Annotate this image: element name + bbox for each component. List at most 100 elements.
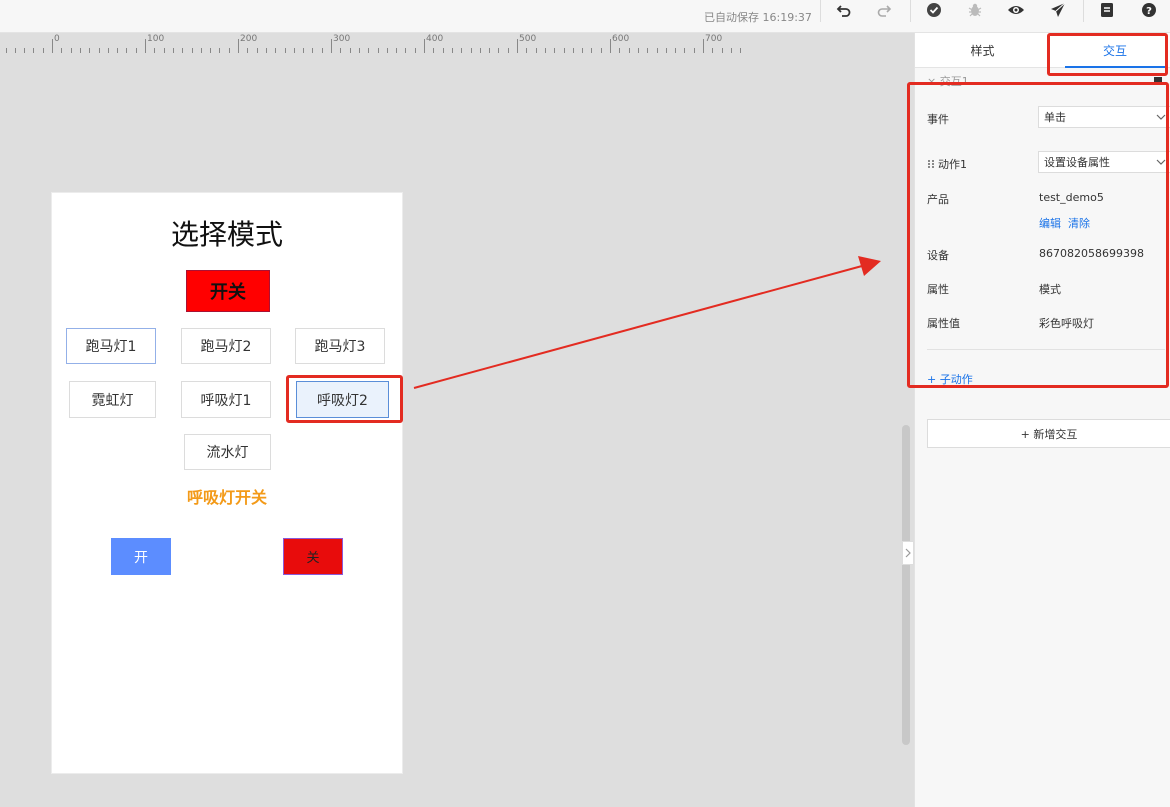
ruler-label: 700 [705, 34, 723, 44]
chevron-right-icon [905, 548, 911, 558]
ruler-tick [14, 48, 16, 53]
ruler-tick [563, 48, 565, 53]
ruler-tick [461, 48, 463, 53]
product-value: test_demo5 [1039, 191, 1104, 204]
eye-icon[interactable] [1004, 0, 1028, 20]
document-icon[interactable] [1095, 0, 1119, 20]
check-circle-icon[interactable] [922, 0, 946, 20]
ruler-tick [451, 48, 453, 53]
send-icon[interactable] [1046, 0, 1070, 20]
mode-button-marquee-3[interactable]: 跑马灯3 [295, 328, 385, 364]
power-button[interactable]: 开关 [186, 270, 270, 312]
product-label: 产品 [927, 193, 949, 206]
ruler-tick [135, 48, 137, 53]
tab-interaction[interactable]: 交互 [1065, 33, 1165, 68]
mode-button-marquee-2[interactable]: 跑马灯2 [181, 328, 271, 364]
ruler-tick [517, 39, 518, 53]
ruler-tick [61, 48, 63, 53]
chevron-down-icon [1156, 159, 1166, 165]
autosave-status: 已自动保存 16:19:37 [704, 11, 812, 24]
mode-button-marquee-1[interactable]: 跑马灯1 [66, 328, 156, 364]
add-sub-action-link[interactable]: + 子动作 [927, 371, 973, 387]
ruler-tick [470, 48, 472, 53]
mode-button-neon[interactable]: 霓虹灯 [69, 381, 156, 418]
ruler-tick [442, 48, 444, 53]
ruler-tick [675, 48, 677, 53]
ruler-label: 200 [240, 34, 258, 44]
ruler-tick [740, 48, 742, 53]
ruler-tick [535, 48, 537, 53]
ruler-tick [340, 48, 342, 53]
ruler-tick [5, 48, 7, 53]
help-icon[interactable]: ? [1137, 0, 1161, 20]
ruler-tick [200, 48, 202, 53]
add-interaction-button[interactable]: + 新增交互 [927, 419, 1170, 448]
ruler-tick [321, 48, 323, 53]
toolbar-divider [820, 0, 821, 22]
ruler-label: 500 [519, 34, 537, 44]
bug-icon[interactable] [963, 0, 987, 20]
ruler-tick [33, 48, 35, 53]
ruler-tick [526, 48, 528, 53]
ruler-tick [145, 39, 146, 53]
mode-button-breath-2[interactable]: 呼吸灯2 [296, 381, 389, 418]
undo-icon[interactable] [832, 0, 856, 20]
ruler-tick [70, 48, 72, 53]
ruler-tick [377, 48, 379, 53]
ruler-tick [647, 48, 649, 53]
property-label: 属性 [927, 283, 949, 296]
ruler-tick [684, 48, 686, 53]
panel-collapse-handle[interactable] [902, 541, 914, 565]
ruler-label: 300 [333, 34, 351, 44]
ruler-tick [498, 48, 500, 53]
device-value: 867082058699398 [1039, 247, 1144, 260]
top-toolbar: 已自动保存 16:19:37 ? [0, 0, 1170, 33]
ruler-tick [414, 48, 416, 53]
event-label: 事件 [927, 113, 949, 126]
canvas-scrollbar[interactable] [902, 425, 910, 745]
ruler-tick [405, 48, 407, 53]
tab-style[interactable]: 样式 [935, 33, 1030, 68]
action-label: 动作1 [938, 158, 967, 171]
event-select[interactable]: 单击 [1038, 106, 1170, 128]
ruler-tick [154, 48, 156, 53]
ruler-tick [293, 48, 295, 53]
redo-icon[interactable] [872, 0, 896, 20]
section-menu-icon[interactable] [1154, 77, 1162, 83]
page-title: 选择模式 [170, 218, 283, 251]
ruler-tick [730, 48, 732, 53]
active-tab-indicator [1065, 66, 1165, 68]
ruler-tick [256, 48, 258, 53]
ruler-tick [433, 48, 435, 53]
edit-product-link[interactable]: 编辑 [1039, 215, 1061, 231]
ruler-tick [386, 48, 388, 53]
chevron-down-icon [1156, 114, 1166, 120]
on-button[interactable]: 开 [111, 538, 171, 575]
ruler-label: 100 [147, 34, 165, 44]
ruler-tick [721, 48, 723, 53]
ruler-tick [42, 48, 44, 53]
clear-product-link[interactable]: 清除 [1068, 215, 1090, 231]
ruler-label: 600 [612, 34, 630, 44]
ruler-tick [424, 39, 425, 53]
mode-button-breath-1[interactable]: 呼吸灯1 [181, 381, 271, 418]
ruler-tick [210, 48, 212, 53]
ruler-tick [396, 48, 398, 53]
ruler-tick [712, 48, 714, 53]
ruler-tick [172, 48, 174, 53]
toolbar-divider [1083, 0, 1084, 22]
ruler-tick [507, 48, 509, 53]
ruler-tick [349, 48, 351, 53]
off-button[interactable]: 关 [283, 538, 343, 575]
property-value-value: 彩色呼吸灯 [1039, 317, 1094, 330]
device-label: 设备 [927, 249, 949, 262]
panel-tabs: 样式 交互 [915, 33, 1170, 68]
ruler-tick [275, 48, 277, 53]
ruler-tick [312, 48, 314, 53]
ruler-tick [331, 39, 332, 53]
action-select[interactable]: 设置设备属性 [1038, 151, 1170, 173]
ruler-label: 400 [426, 34, 444, 44]
action-label-row: 动作1 [927, 156, 967, 172]
interaction-section-header[interactable]: × 交互1 [927, 73, 969, 89]
mode-button-flow[interactable]: 流水灯 [184, 434, 271, 470]
